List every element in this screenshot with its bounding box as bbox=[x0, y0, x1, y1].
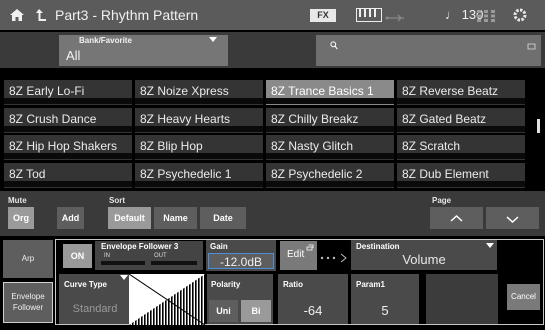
gear-icon[interactable] bbox=[512, 7, 528, 23]
pattern-cell-bar bbox=[4, 181, 132, 187]
pattern-cell-bar bbox=[266, 98, 394, 104]
cancel-button[interactable]: Cancel bbox=[507, 284, 540, 310]
envelope-follower-name: Envelope Follower 3 bbox=[101, 242, 179, 251]
popup-icon bbox=[306, 244, 314, 251]
empty-cell bbox=[426, 274, 498, 324]
mute-add-button[interactable]: Add bbox=[57, 207, 84, 229]
pattern-cell-bar bbox=[135, 153, 263, 159]
pattern-cell-bar bbox=[135, 181, 263, 187]
sort-name-button[interactable]: Name bbox=[154, 207, 197, 229]
chevron-up-icon bbox=[450, 214, 463, 222]
gain-label: Gain bbox=[210, 242, 228, 251]
polarity-uni-button[interactable]: Uni bbox=[209, 300, 238, 322]
chevron-down-icon bbox=[506, 216, 519, 224]
pattern-cell-bar bbox=[4, 98, 132, 104]
param1-label: Param1 bbox=[356, 280, 385, 289]
back-arrow-icon[interactable] bbox=[33, 0, 51, 30]
home-icon[interactable] bbox=[6, 0, 28, 30]
meter-in-label: IN bbox=[104, 253, 110, 259]
pattern-cell-bar bbox=[266, 153, 394, 159]
bank-favorite-label: Bank/Favorite bbox=[79, 36, 132, 45]
dropdown-arrow-icon bbox=[120, 275, 128, 280]
meter-out-bar bbox=[151, 261, 197, 265]
page-down-button[interactable] bbox=[486, 207, 539, 229]
sort-label: Sort bbox=[109, 196, 125, 205]
page-up-button[interactable] bbox=[430, 207, 483, 229]
curve-type-label: Curve Type bbox=[64, 280, 107, 289]
envelope-follower-tab[interactable]: Envelope Follower bbox=[3, 282, 53, 323]
edit-label: Edit bbox=[287, 249, 305, 260]
envelope-follower-tab-line2: Follower bbox=[12, 303, 44, 312]
pattern-cell-bar bbox=[397, 126, 525, 132]
bank-favorite-value: All bbox=[66, 48, 81, 63]
mute-label: Mute bbox=[8, 196, 27, 205]
search-icon bbox=[330, 37, 338, 50]
curve-graph bbox=[128, 273, 206, 326]
mute-org-button[interactable]: Org bbox=[8, 207, 34, 229]
usb-icon bbox=[385, 10, 405, 22]
meter-in-bar bbox=[101, 261, 145, 265]
pattern-cell-bar bbox=[4, 126, 132, 132]
ratio-label: Ratio bbox=[283, 280, 303, 289]
top-bar: Part3 - Rhythm Pattern FX ♩ 130 bbox=[0, 0, 545, 30]
sort-date-button[interactable]: Date bbox=[200, 207, 246, 229]
pattern-cell-bar bbox=[4, 153, 132, 159]
keyboard-icon bbox=[356, 8, 382, 22]
meter-out-label: OUT bbox=[154, 253, 167, 259]
destination-label: Destination bbox=[356, 242, 400, 251]
search-input[interactable] bbox=[316, 35, 541, 66]
on-button[interactable]: ON bbox=[63, 244, 92, 268]
scrollbar[interactable] bbox=[537, 119, 540, 133]
polarity-label: Polarity bbox=[211, 280, 241, 289]
curve-type-value: Standard bbox=[72, 303, 118, 315]
sort-default-button[interactable]: Default bbox=[108, 207, 151, 229]
edit-button[interactable]: Edit bbox=[280, 241, 317, 270]
page-title: Part3 - Rhythm Pattern bbox=[55, 7, 199, 23]
envelope-follower-tab-line1: Envelope bbox=[11, 292, 45, 301]
pattern-cell-bar bbox=[266, 126, 394, 132]
tempo-display[interactable]: ♩ 130 bbox=[445, 0, 505, 30]
dropdown-arrow-icon bbox=[486, 243, 494, 248]
gain-value[interactable]: -12.0dB bbox=[208, 253, 274, 269]
dropdown-arrow-icon bbox=[209, 37, 217, 42]
grid-icon[interactable] bbox=[477, 9, 495, 22]
param1-value: 5 bbox=[381, 303, 389, 318]
ratio-value: -64 bbox=[303, 303, 323, 318]
polarity-bi-button[interactable]: Bi bbox=[241, 300, 271, 322]
expand-icon[interactable] bbox=[527, 37, 536, 50]
connection-arrow-icon bbox=[319, 250, 349, 263]
arp-tab[interactable]: Arp bbox=[3, 240, 53, 278]
pattern-cell-bar bbox=[135, 98, 263, 104]
pattern-cell-bar bbox=[397, 181, 525, 187]
pattern-cell-bar bbox=[135, 126, 263, 132]
destination-value: Volume bbox=[402, 252, 446, 267]
pattern-cell-bar bbox=[397, 153, 525, 159]
pattern-cell-bar bbox=[266, 181, 394, 187]
fx-indicator[interactable]: FX bbox=[310, 9, 336, 22]
page-label: Page bbox=[432, 196, 452, 205]
pattern-cell-bar bbox=[397, 98, 525, 104]
